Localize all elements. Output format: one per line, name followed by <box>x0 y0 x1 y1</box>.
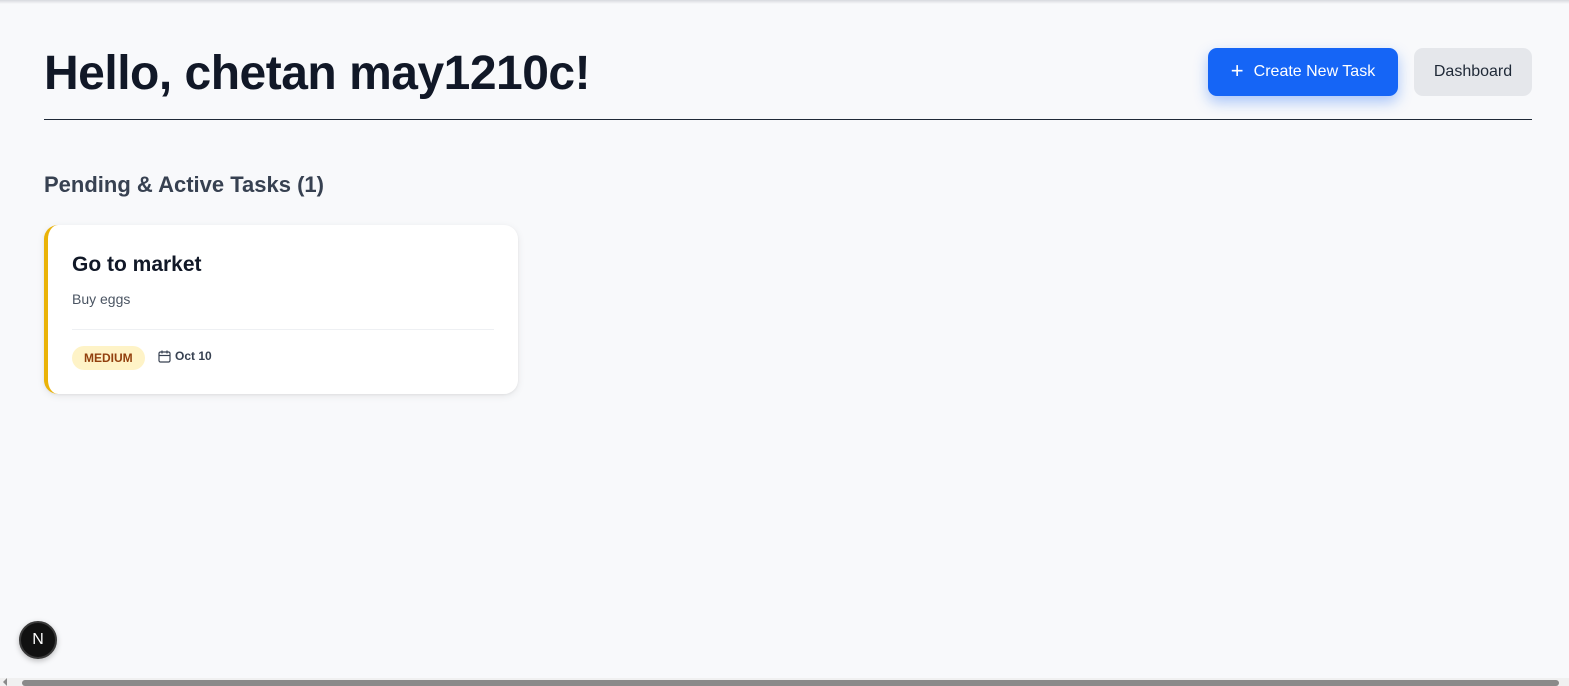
due-date: Oct 10 <box>158 349 212 363</box>
page-title: Hello, chetan may1210c! <box>44 47 591 100</box>
due-date-label: Oct 10 <box>175 349 212 363</box>
task-description: Buy eggs <box>72 291 131 307</box>
task-title: Go to market <box>72 253 202 276</box>
dev-tools-badge-label: N <box>32 631 44 648</box>
dashboard-button[interactable]: Dashboard <box>1414 48 1532 96</box>
calendar-icon <box>158 350 171 363</box>
task-card[interactable]: Go to market Buy eggs MEDIUM Oct 10 <box>44 225 518 394</box>
create-new-task-label: Create New Task <box>1253 63 1376 80</box>
plus-icon: + <box>1230 58 1244 83</box>
scrollbar-thumb[interactable] <box>22 680 1559 686</box>
priority-badge: MEDIUM <box>72 346 145 370</box>
task-divider <box>72 329 494 330</box>
window-top-edge <box>0 0 1569 4</box>
scroll-left-icon[interactable] <box>3 678 7 686</box>
header-actions: + Create New Task Dashboard <box>1208 48 1532 96</box>
horizontal-scrollbar[interactable] <box>0 678 1569 686</box>
dev-tools-badge[interactable]: N <box>19 621 57 659</box>
section-title: Pending & Active Tasks (1) <box>44 172 324 197</box>
create-new-task-button[interactable]: + Create New Task <box>1208 48 1398 96</box>
page-header: Hello, chetan may1210c! + Create New Tas… <box>44 48 1532 120</box>
